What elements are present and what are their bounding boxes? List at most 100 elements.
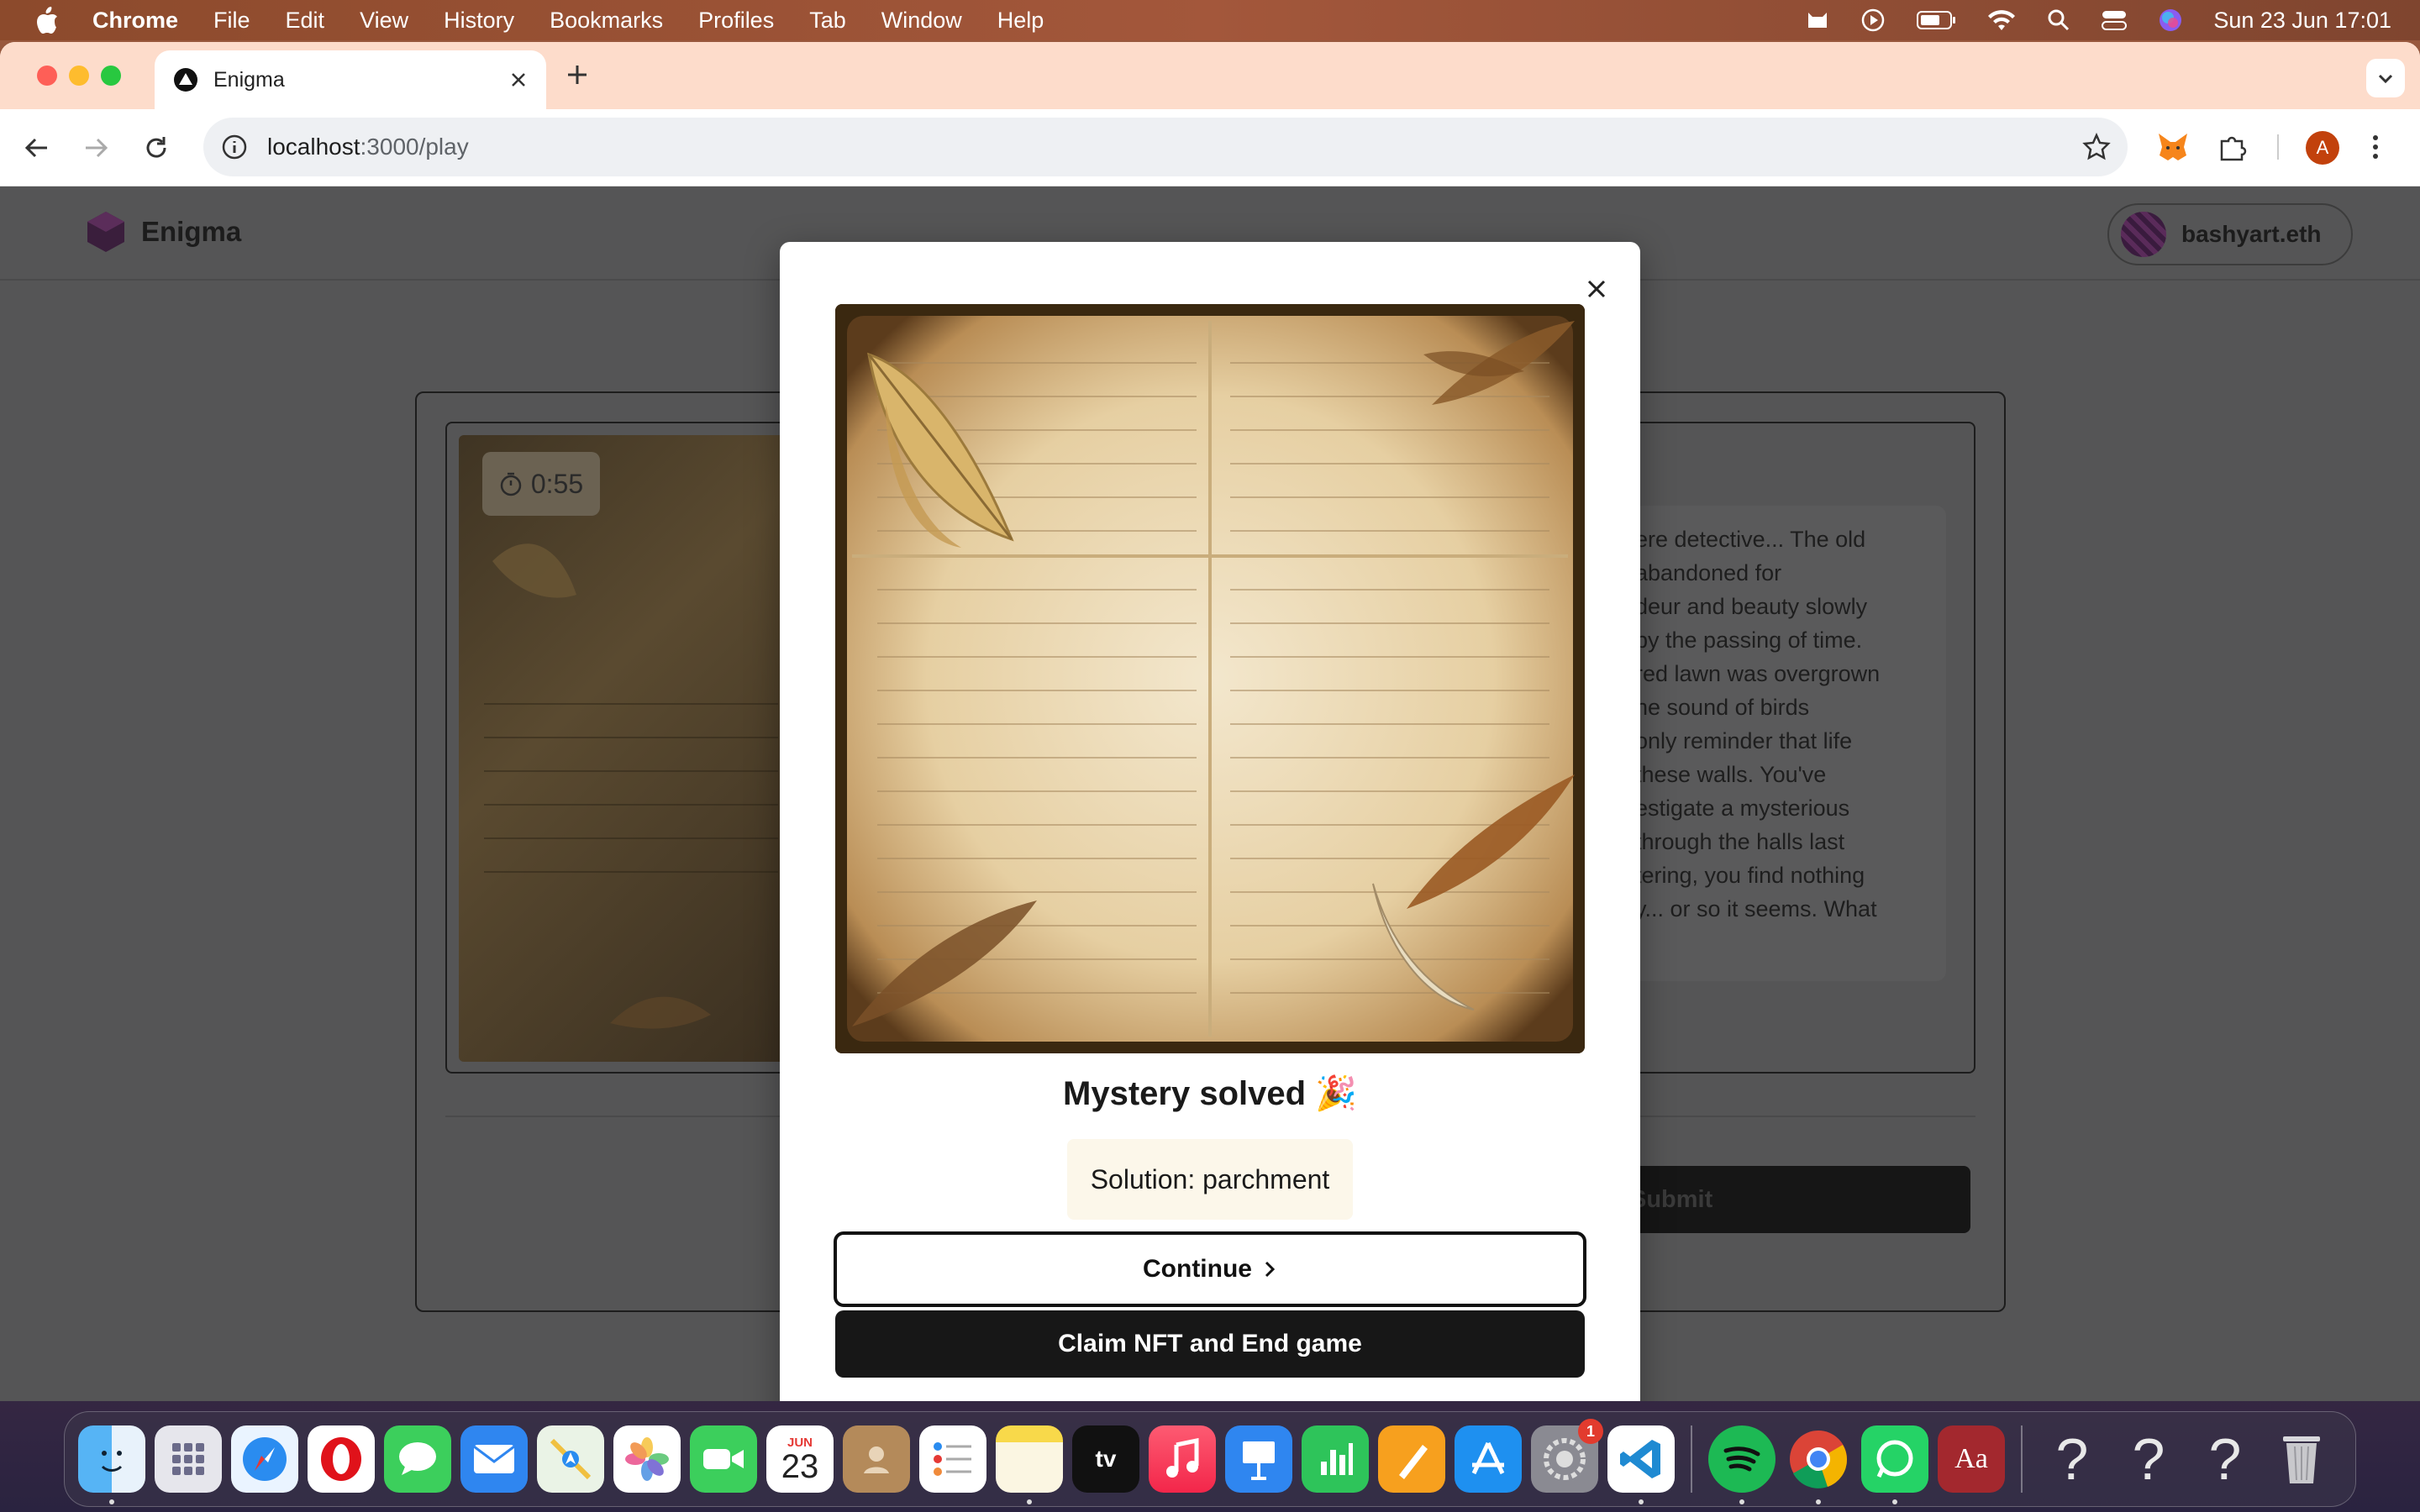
brand[interactable]: Enigma	[86, 210, 241, 254]
pages-icon[interactable]	[1378, 1425, 1445, 1493]
calendar-day: 23	[781, 1447, 819, 1485]
new-tab-icon[interactable]	[565, 62, 590, 87]
claim-nft-button[interactable]: Claim NFT and End game	[835, 1310, 1585, 1378]
search-icon[interactable]	[2047, 8, 2070, 32]
siri-icon[interactable]	[2158, 8, 2183, 33]
trash-icon[interactable]	[2268, 1425, 2335, 1493]
profile-avatar[interactable]: A	[2306, 131, 2339, 165]
address-bar[interactable]: localhost:3000/play	[203, 118, 2128, 176]
menu-tab[interactable]: Tab	[809, 8, 846, 34]
forward-icon[interactable]	[81, 133, 111, 163]
tab-search-icon[interactable]	[2366, 59, 2405, 97]
close-window-button[interactable]	[37, 66, 57, 86]
url-path: :3000/play	[360, 134, 469, 160]
maps-icon[interactable]	[537, 1425, 604, 1493]
running-indicator	[109, 1499, 114, 1504]
brand-name: Enigma	[141, 216, 242, 247]
timer-value: 0:55	[530, 468, 584, 499]
mail-icon[interactable]	[460, 1425, 528, 1493]
photos-icon[interactable]	[613, 1425, 681, 1493]
close-icon[interactable]	[1578, 270, 1615, 307]
metamask-icon[interactable]	[2156, 131, 2190, 163]
menu-file[interactable]: File	[213, 8, 250, 34]
site-info-icon[interactable]	[220, 133, 249, 161]
unknown-app-icon-1[interactable]: ?	[2039, 1425, 2106, 1493]
running-indicator	[1816, 1499, 1821, 1504]
unknown-app-icon-3[interactable]: ?	[2191, 1425, 2259, 1493]
enigma-logo-icon	[86, 210, 126, 254]
settings-badge: 1	[1578, 1419, 1603, 1444]
parchment-art	[835, 304, 1585, 1053]
notes-icon[interactable]	[996, 1425, 1063, 1504]
chevron-right-icon	[1262, 1260, 1277, 1278]
finder-icon[interactable]	[78, 1425, 145, 1504]
account-button[interactable]: bashyart.eth	[2107, 203, 2353, 265]
dictionary-icon[interactable]: Aa	[1938, 1425, 2005, 1493]
music-icon[interactable]	[1149, 1425, 1216, 1493]
reload-icon[interactable]	[141, 133, 171, 163]
running-indicator	[1639, 1499, 1644, 1504]
menu-help[interactable]: Help	[997, 8, 1044, 34]
account-avatar	[2121, 212, 2166, 257]
menu-app-name[interactable]: Chrome	[92, 8, 178, 34]
back-icon[interactable]	[22, 133, 52, 163]
unknown-app-icon-2[interactable]: ?	[2115, 1425, 2182, 1493]
more-menu-icon[interactable]	[2370, 131, 2381, 163]
control-center-icon[interactable]	[2101, 8, 2128, 32]
bookmark-star-icon[interactable]	[2082, 133, 2111, 161]
modal-title: Mystery solved 🎉	[1063, 1075, 1357, 1112]
menu-window[interactable]: Window	[881, 8, 962, 34]
browser-tab[interactable]: Enigma	[155, 50, 546, 109]
chrome-icon[interactable]	[1785, 1425, 1852, 1504]
menu-bookmarks[interactable]: Bookmarks	[550, 8, 663, 34]
vscode-icon[interactable]	[1607, 1425, 1675, 1504]
menu-edit[interactable]: Edit	[286, 8, 325, 34]
extensions-icon[interactable]	[2217, 131, 2249, 163]
contacts-icon[interactable]	[843, 1425, 910, 1493]
system-settings-icon[interactable]: 1	[1531, 1419, 1603, 1493]
menu-history[interactable]: History	[444, 8, 514, 34]
zoom-window-button[interactable]	[101, 66, 121, 86]
opera-icon[interactable]	[308, 1425, 375, 1493]
facetime-icon[interactable]	[690, 1425, 757, 1493]
stopwatch-icon	[499, 471, 523, 496]
whatsapp-icon[interactable]	[1861, 1425, 1928, 1504]
submit-button[interactable]: Submit	[1605, 1166, 1970, 1233]
spotify-icon[interactable]	[1708, 1425, 1776, 1504]
wifi-icon[interactable]	[1986, 8, 2017, 32]
reminders-icon[interactable]	[919, 1425, 986, 1493]
continue-button[interactable]: Continue	[834, 1231, 1586, 1307]
clue-image-art	[484, 543, 778, 1029]
account-name: bashyart.eth	[2181, 221, 2322, 247]
dock-separator-2	[2021, 1425, 2023, 1493]
tab-title: Enigma	[213, 67, 285, 92]
dock-separator	[1691, 1425, 1692, 1493]
battery-icon[interactable]	[1916, 9, 1956, 31]
apple-icon[interactable]	[32, 5, 62, 35]
url-host: localhost	[267, 134, 360, 160]
browser-toolbar: localhost:3000/play A	[0, 109, 2420, 186]
dock: JUN 23 tv 1 Aa ? ? ?	[64, 1411, 2356, 1507]
play-circle-icon[interactable]	[1860, 8, 1886, 33]
menu-bar: Chrome File Edit View History Bookmarks …	[0, 0, 2420, 40]
safari-icon[interactable]	[231, 1425, 298, 1493]
menu-profiles[interactable]: Profiles	[698, 8, 774, 34]
story-text: ere detective... The old abandoned for d…	[1627, 506, 1946, 981]
toolbar-divider	[2277, 134, 2279, 160]
calendar-icon[interactable]: JUN 23	[766, 1425, 834, 1493]
menu-view[interactable]: View	[360, 8, 408, 34]
cat-icon[interactable]	[1805, 8, 1830, 33]
app-store-icon[interactable]	[1455, 1425, 1522, 1493]
apple-tv-icon[interactable]: tv	[1072, 1425, 1139, 1493]
close-tab-icon[interactable]	[509, 71, 528, 89]
clue-image: 0:55	[459, 435, 795, 1062]
keynote-icon[interactable]	[1225, 1425, 1292, 1493]
minimize-window-button[interactable]	[69, 66, 89, 86]
calendar-month: JUN	[786, 1435, 813, 1450]
messages-icon[interactable]	[384, 1425, 451, 1493]
numbers-icon[interactable]	[1302, 1425, 1369, 1493]
solution-badge: Solution: parchment	[1067, 1139, 1353, 1220]
launchpad-icon[interactable]	[155, 1425, 222, 1493]
running-indicator	[1892, 1499, 1897, 1504]
menubar-clock[interactable]: Sun 23 Jun 17:01	[2213, 8, 2391, 34]
